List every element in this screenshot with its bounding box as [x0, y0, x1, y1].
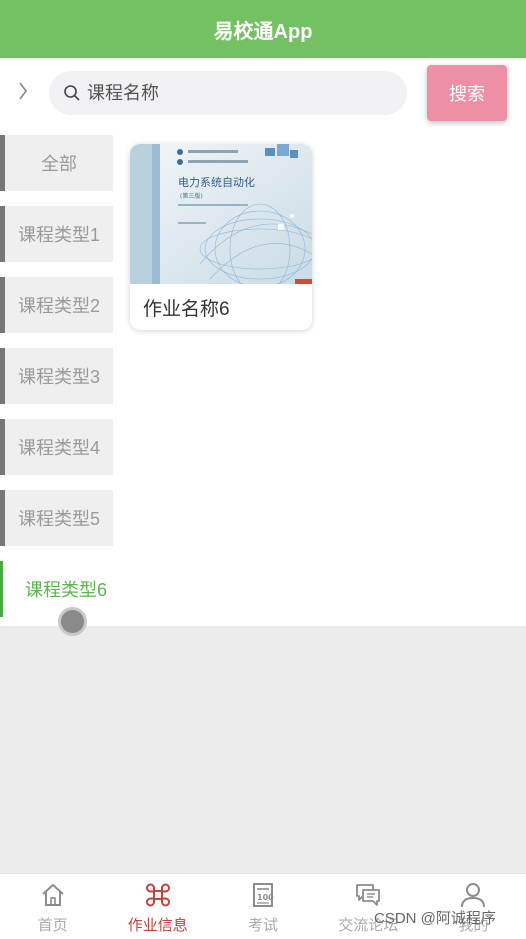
sidebar-item-all[interactable]: 全部 [0, 135, 113, 191]
command-icon [145, 883, 170, 907]
sidebar-item-type6[interactable]: 课程类型6 [0, 561, 113, 617]
exam-paper-icon: 100 [253, 883, 274, 907]
nav-label: 作业信息 [127, 917, 188, 934]
svg-text:100: 100 [257, 893, 274, 902]
sidebar-item-label: 全部 [41, 154, 77, 174]
home-icon [41, 884, 64, 906]
sidebar-item-type5[interactable]: 课程类型5 [0, 490, 113, 546]
bottom-nav: 首页 作业信息 100 考试 交流论坛 我的 [0, 873, 526, 939]
watermark: CSDN @阿诚程序 [374, 910, 496, 927]
app-header: 易校通App [0, 0, 526, 58]
user-icon [461, 883, 486, 908]
main-content: 搜索 全部 课程类型1 课程类型2 课程类型3 课程类型4 课程类型5 课程类型… [0, 58, 526, 636]
cover-title: 电力系统自动化 [178, 175, 255, 189]
chat-bubbles-icon [356, 884, 381, 906]
homework-grid: 电力系统自动化 (第三版) 作业名称6 [130, 144, 312, 330]
book-cover-image: 电力系统自动化 (第三版) [130, 144, 312, 284]
nav-label: 考试 [248, 917, 279, 934]
search-bar: 搜索 [0, 58, 526, 128]
sidebar-item-type3[interactable]: 课程类型3 [0, 348, 113, 404]
sidebar-item-type4[interactable]: 课程类型4 [0, 419, 113, 475]
sidebar-item-label: 课程类型4 [17, 438, 100, 458]
app-title: 易校通App [213, 20, 313, 43]
touch-indicator [58, 607, 87, 636]
sidebar-item-label: 课程类型1 [17, 225, 100, 245]
search-button[interactable]: 搜索 [427, 65, 507, 121]
category-sidebar: 全部 课程类型1 课程类型2 课程类型3 课程类型4 课程类型5 课程类型6 [0, 135, 113, 632]
search-input[interactable] [87, 82, 387, 104]
sidebar-item-type2[interactable]: 课程类型2 [0, 277, 113, 333]
homework-title: 作业名称6 [143, 298, 230, 320]
nav-home[interactable]: 首页 [0, 874, 105, 939]
nav-homework[interactable]: 作业信息 [105, 874, 210, 939]
sidebar-item-label: 课程类型6 [25, 580, 108, 600]
search-box[interactable] [49, 71, 407, 115]
cover-edition: (第三版) [180, 192, 203, 200]
sidebar-item-label: 课程类型5 [17, 509, 100, 529]
chevron-right-icon[interactable] [12, 76, 34, 106]
nav-label: 首页 [37, 917, 68, 934]
sidebar-item-label: 课程类型2 [17, 296, 100, 316]
homework-card[interactable]: 电力系统自动化 (第三版) 作业名称6 [130, 144, 312, 330]
nav-exam[interactable]: 100 考试 [210, 874, 315, 939]
sidebar-item-type1[interactable]: 课程类型1 [0, 206, 113, 262]
sidebar-item-label: 课程类型3 [17, 367, 100, 387]
search-icon [64, 85, 80, 101]
